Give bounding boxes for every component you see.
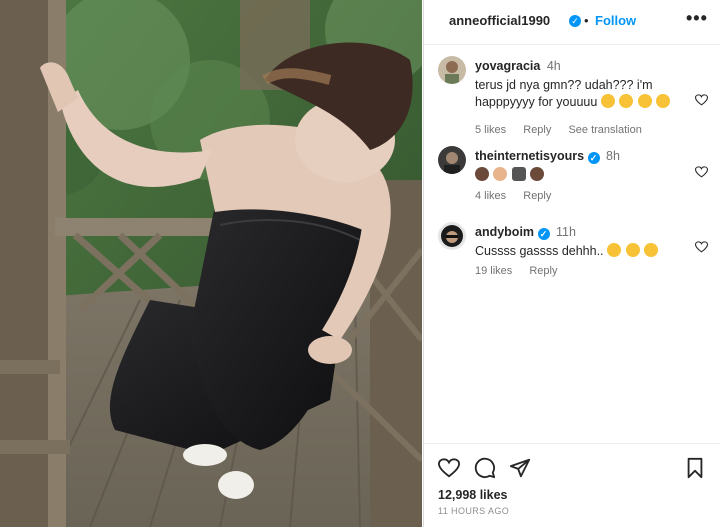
- comment-username[interactable]: yovagracia: [475, 59, 540, 73]
- follow-button[interactable]: Follow: [595, 13, 636, 28]
- like-comment-heart-icon[interactable]: [695, 166, 708, 178]
- comment-username[interactable]: theinternetisyours: [475, 149, 584, 163]
- sunglasses-face-icon: [607, 243, 622, 257]
- comment-username-line: theinternetisyours ✓ 8h: [475, 149, 620, 164]
- post-author-username[interactable]: anneofficial1990: [449, 13, 550, 28]
- verified-icon: ✓: [537, 228, 550, 240]
- comment-time[interactable]: 8h: [606, 149, 620, 163]
- emoji-row: [607, 243, 659, 258]
- microphone-emoji-icon: [511, 167, 526, 181]
- more-options-icon[interactable]: •••: [686, 8, 708, 29]
- heart-icon[interactable]: [438, 457, 460, 479]
- face-savoring-food-icon: [656, 94, 671, 108]
- avatar-image: [438, 146, 466, 174]
- comment-username-line: yovagracia 4h: [475, 59, 561, 73]
- comment-likes[interactable]: 4 likes: [475, 190, 506, 202]
- avatar[interactable]: [438, 146, 466, 174]
- reply-button[interactable]: Reply: [529, 265, 557, 277]
- comment-likes[interactable]: 19 likes: [475, 265, 512, 277]
- post-likes-count[interactable]: 12,998 likes: [438, 488, 508, 502]
- comment-icon[interactable]: [474, 457, 496, 479]
- sunglasses-face-icon: [625, 243, 640, 257]
- share-icon[interactable]: [509, 457, 531, 479]
- kissing-face-icon: [637, 94, 652, 108]
- comment-item: theinternetisyours ✓ 8h 4 likes Reply: [438, 146, 708, 206]
- avatar[interactable]: [438, 56, 466, 84]
- like-comment-heart-icon[interactable]: [695, 241, 708, 253]
- post-actions: 12,998 likes 11 HOURS AGO: [424, 443, 720, 528]
- photo-illustration: [0, 0, 422, 527]
- post-photo[interactable]: [0, 0, 422, 527]
- post-header: anneofficial1990 ✓ • Follow •••: [424, 0, 720, 45]
- avatar[interactable]: [438, 222, 466, 250]
- comment-body: Cussss gassss dehhh..: [475, 244, 604, 258]
- comment-item: andyboim ✓ 11h Cussss gassss dehhh.. 19 …: [438, 222, 708, 282]
- comment-text: terus jd nya gmn?? udah??? i'm happpyyyy…: [475, 77, 690, 111]
- comment-meta: 4 likes Reply: [475, 190, 565, 202]
- comment-time[interactable]: 4h: [547, 59, 561, 73]
- comment-likes[interactable]: 5 likes: [475, 124, 506, 136]
- save-icon[interactable]: [684, 457, 706, 479]
- comment-username[interactable]: andyboim: [475, 225, 534, 239]
- verified-icon: ✓: [587, 152, 600, 164]
- comment-text: Cussss gassss dehhh..: [475, 243, 690, 260]
- woman-emoji-icon: [530, 167, 545, 181]
- see-translation-link[interactable]: See translation: [568, 124, 641, 136]
- verified-icon: ✓: [569, 15, 581, 27]
- post-viewer: anneofficial1990 ✓ • Follow ••• yovagrac…: [0, 0, 720, 527]
- kissing-face-icon: [619, 94, 634, 108]
- comment-meta: 19 likes Reply: [475, 265, 571, 277]
- comments-list: yovagracia 4h terus jd nya gmn?? udah???…: [424, 45, 720, 445]
- man-emoji-icon: [493, 167, 508, 181]
- avatar-image: [438, 56, 466, 84]
- comment-meta: 5 likes Reply See translation: [475, 124, 656, 136]
- comment-text: [475, 167, 690, 184]
- smiling-face-with-hearts-icon: [600, 94, 615, 108]
- comment-time[interactable]: 11h: [556, 225, 576, 239]
- post-sidebar: anneofficial1990 ✓ • Follow ••• yovagrac…: [423, 0, 720, 527]
- comment-username-line: andyboim ✓ 11h: [475, 225, 576, 240]
- emoji-row: [600, 94, 671, 109]
- separator-dot: •: [584, 13, 589, 28]
- like-comment-heart-icon[interactable]: [695, 94, 708, 106]
- post-timestamp[interactable]: 11 HOURS AGO: [438, 506, 509, 516]
- sunglasses-face-icon: [644, 243, 658, 257]
- reply-button[interactable]: Reply: [523, 124, 551, 136]
- emoji-row: [475, 167, 545, 182]
- avatar-image: [438, 222, 466, 250]
- reply-button[interactable]: Reply: [523, 190, 551, 202]
- comment-item: yovagracia 4h terus jd nya gmn?? udah???…: [438, 56, 708, 136]
- woman-emoji-icon: [475, 167, 489, 181]
